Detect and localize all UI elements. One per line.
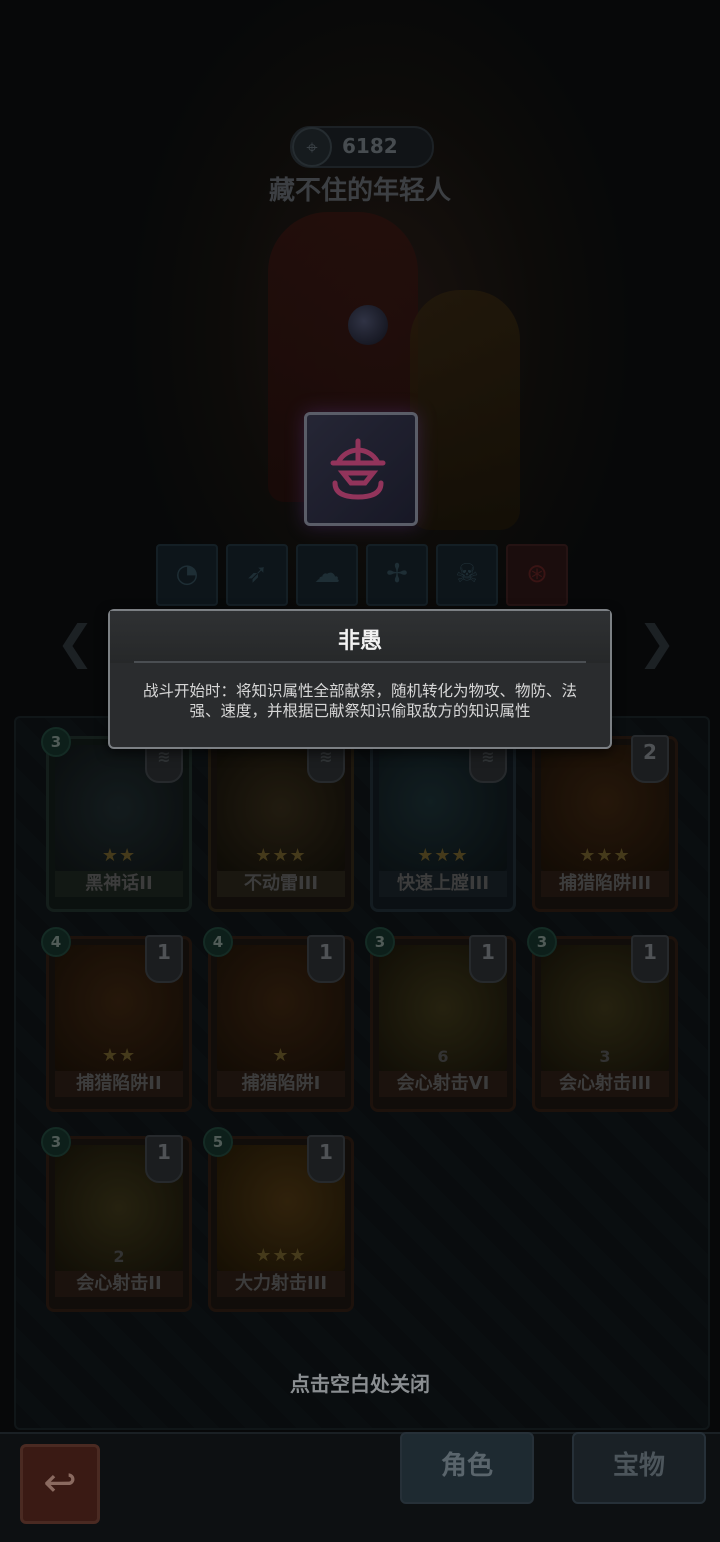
back-arrow-icon: ↩: [43, 1460, 77, 1506]
tab-role[interactable]: 角色: [400, 1432, 534, 1504]
tooltip-description: 战斗开始时：将知识属性全部献祭，随机转化为物攻、物防、法强、速度，并根据已献祭知…: [142, 682, 577, 720]
close-hint: 点击空白处关闭: [290, 1372, 430, 1396]
dim-overlay[interactable]: [0, 0, 720, 1540]
back-button[interactable]: ↩: [20, 1444, 100, 1524]
tab-treasure[interactable]: 宝物: [572, 1432, 706, 1504]
tooltip-divider: [134, 661, 586, 663]
tooltip-title: 非愚: [337, 629, 382, 654]
rune-tooltip: 非愚 战斗开始时：将知识属性全部献祭，随机转化为物攻、物防、法强、速度，并根据已…: [108, 609, 612, 749]
